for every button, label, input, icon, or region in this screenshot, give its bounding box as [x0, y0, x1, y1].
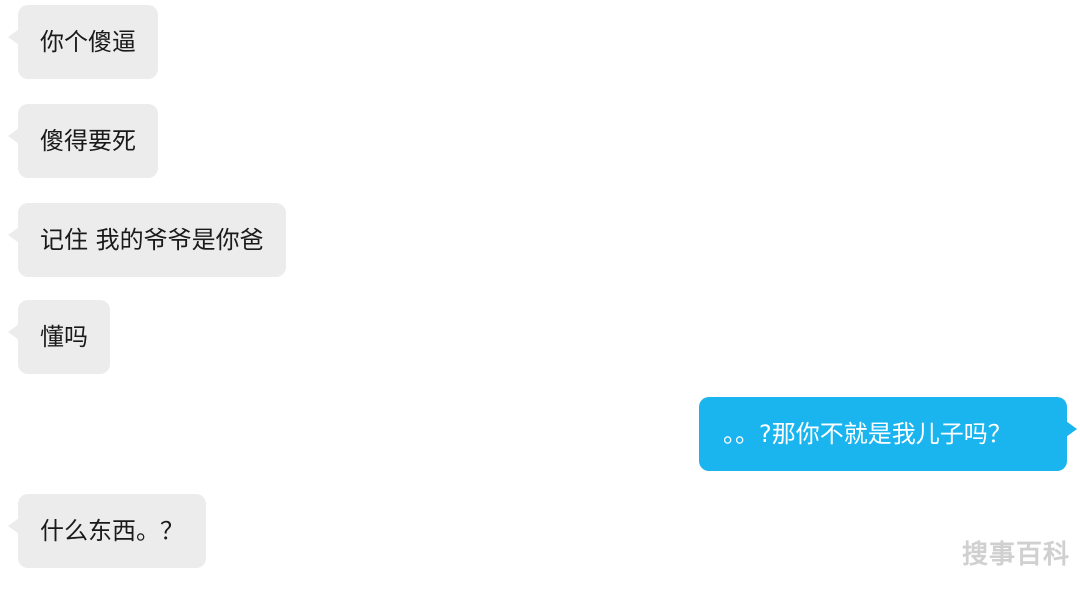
- incoming-message[interactable]: 傻得要死: [8, 104, 158, 178]
- message-text: 什么东西。？: [40, 517, 184, 545]
- incoming-message[interactable]: 你个傻逼: [8, 5, 158, 79]
- message-text: 你个傻逼: [40, 28, 136, 56]
- message-text: 。。?那你不就是我儿子吗？: [723, 420, 1012, 448]
- message-text: 记住 我的爷爷是你爸: [40, 226, 264, 254]
- incoming-message[interactable]: 什么东西。？: [8, 494, 206, 568]
- watermark-logo: 搜事百科: [962, 540, 1071, 570]
- chat-thread: 你个傻逼 傻得要死 记住 我的爷爷是你爸 懂吗 。。?那你不就是我儿子吗？ 什么…: [0, 0, 1080, 595]
- incoming-message[interactable]: 记住 我的爷爷是你爸: [8, 203, 286, 277]
- message-text: 傻得要死: [40, 127, 136, 155]
- outgoing-message[interactable]: 。。?那你不就是我儿子吗？: [699, 397, 1077, 471]
- message-text: 懂吗: [40, 323, 88, 351]
- incoming-message[interactable]: 懂吗: [8, 300, 110, 374]
